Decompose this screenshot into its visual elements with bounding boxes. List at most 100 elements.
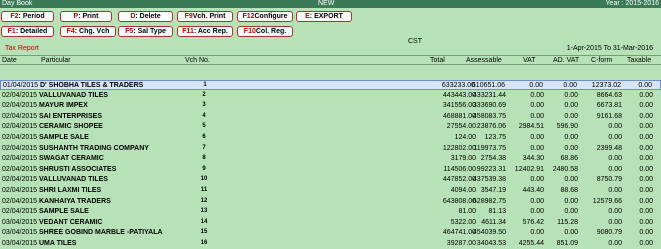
cell-particular: SHRUSTI ASSOCIATES	[39, 165, 117, 173]
table-row[interactable]: 02/04/2015 SHRUSTI ASSOCIATES 9 114506.00 99…	[0, 165, 661, 175]
col-vch-no: Vch No.	[185, 57, 210, 64]
period-button[interactable]: F2: Period	[1, 11, 54, 22]
cell-taxable: 0.00	[639, 176, 653, 184]
table-row[interactable]: 02/04/2015 SAMPLE SALE 6 124.00 123.75 0.00 0.…	[0, 133, 661, 143]
cell-c-form: 0.00	[608, 134, 622, 141]
cell-assessable: 4611.34	[481, 218, 506, 226]
table-row[interactable]: 03/04/2015 SHREE GOBIND MARBLE -PATIYALA 1…	[0, 228, 661, 238]
cell-total: 3179.00	[450, 155, 476, 163]
cell-ad-vat: 88.68	[560, 187, 578, 194]
vch-print-button[interactable]: F9Vch. Print	[177, 11, 233, 22]
cell-particular: SHREE GOBIND MARBLE -PATIYALA	[39, 229, 163, 237]
cell-vat: 12402.91	[514, 165, 544, 173]
cell-date: 02/04/2015	[2, 112, 38, 120]
cell-total: 468881.00	[442, 112, 476, 120]
cell-taxable: 0.00	[639, 187, 653, 194]
change-voucher-button[interactable]: F4: Chg. Vch	[60, 26, 116, 37]
cell-particular: SAMPLE SALE	[39, 208, 89, 216]
cell-ad-vat: 0.00	[564, 91, 578, 99]
table-row[interactable]: 02/04/2015 SUSHANTH TRADING COMPANY 7 12280…	[0, 144, 661, 154]
cell-total: 4094.00	[450, 187, 476, 194]
configure-button[interactable]: F12Configure	[237, 11, 293, 22]
cell-vat: 0.00	[530, 144, 544, 152]
cell-taxable: 0.00	[639, 144, 653, 152]
cell-vch-no: 5	[202, 123, 206, 130]
col-date: Date	[2, 57, 17, 64]
cell-assessable: 610651.06	[471, 82, 505, 89]
cell-taxable: 0.00	[639, 218, 653, 226]
cell-assessable: 123.75	[484, 134, 506, 141]
cell-taxable: 0.00	[639, 155, 653, 163]
cell-date: 02/04/2015	[2, 208, 38, 216]
cell-ad-vat: 0.00	[564, 102, 578, 110]
cell-taxable: 0.00	[639, 240, 653, 247]
cell-vch-no: 6	[202, 134, 206, 140]
cell-ad-vat: 68.86	[560, 155, 578, 163]
cell-date: 02/04/2015	[2, 91, 38, 99]
cell-taxable: 0.00	[639, 91, 653, 99]
export-button[interactable]: E: EXPORT	[296, 11, 352, 22]
table-row[interactable]: 02/04/2015 VALLUVANAD TILES 10 447852.00 437…	[0, 175, 661, 185]
table-row[interactable]: 02/04/2015 CERAMIC SHOPEE 5 27554.00 23876.0…	[0, 122, 661, 132]
window-title: Day Book	[2, 0, 33, 7]
cell-c-form: 9080.79	[596, 229, 622, 237]
table-row[interactable]: 02/04/2015 SAI ENTERPRISES 4 468881.00 45808…	[0, 112, 661, 122]
detailed-button[interactable]: F1: Detailed	[1, 26, 54, 37]
column-register-button[interactable]: F10Col. Reg.	[237, 26, 293, 37]
cell-assessable: 333690.69	[472, 102, 506, 110]
cell-date: 02/04/2015	[2, 155, 38, 163]
cell-vat: 0.00	[530, 197, 544, 205]
cell-date: 03/04/2015	[2, 218, 38, 226]
cell-vat: 0.00	[530, 102, 544, 110]
table-row[interactable]: 02/04/2015 MAYUR IMPEX 3 341556.00 333690.69…	[0, 101, 661, 111]
cell-c-form: 12373.02	[591, 82, 621, 89]
table-row[interactable]: 02/04/2015 SAMPLE SALE 13 81.00 81.13 0.00 0.0…	[0, 207, 661, 217]
cell-vat: 0.00	[530, 229, 544, 237]
cell-assessable: 23876.06	[476, 123, 506, 131]
col-ad-vat: AD. VAT	[553, 57, 580, 64]
cell-date: 01/04/2015	[3, 82, 39, 89]
cell-ad-vat: 0.00	[564, 134, 578, 141]
table-row[interactable]: 03/04/2015 UMA TILES 16 39287.00 34043.53 425…	[0, 239, 661, 249]
cell-vat: 0.00	[530, 134, 544, 141]
cell-ad-vat: 851.09	[556, 240, 578, 247]
cell-vat: 443.40	[522, 187, 544, 194]
account-report-button[interactable]: F11: Acc Rep.	[177, 26, 233, 37]
table-row[interactable]: 01/04/2015 D' SHOBHA TILES & TRADERS 1 6332…	[0, 80, 661, 90]
cell-total: 122802.00	[442, 144, 476, 152]
cell-c-form: 0.00	[608, 165, 622, 173]
cell-taxable: 0.00	[639, 229, 653, 237]
cell-taxable: 0.00	[639, 102, 653, 110]
cell-date: 02/04/2015	[2, 102, 38, 110]
table-row[interactable]: 02/04/2015 VALLUVANAD TILES 2 443443.00 4332…	[0, 91, 661, 101]
cell-ad-vat: 0.00	[564, 229, 578, 237]
cell-c-form: 2399.48	[596, 144, 622, 152]
cell-particular: CERAMIC SHOPEE	[39, 123, 103, 131]
cell-vch-no: 11	[200, 187, 208, 193]
cell-total: 341556.00	[442, 102, 476, 110]
col-taxable: Taxable	[627, 57, 652, 64]
cell-date: 02/04/2015	[2, 176, 38, 184]
cell-vat: 0.00	[530, 176, 544, 184]
table-row[interactable]: 02/04/2015 SHRI LAXMI TILES 11 4094.00 3547.…	[0, 186, 661, 196]
cell-vat: 0.00	[530, 112, 544, 120]
cell-particular: VEDANT CERAMIC	[39, 218, 103, 226]
cell-c-form: 9161.68	[596, 112, 622, 120]
delete-button[interactable]: D: Delete	[118, 11, 173, 22]
table-row[interactable]: 03/04/2015 VEDANT CERAMIC 14 5322.00 4611.34…	[0, 218, 661, 228]
table-row[interactable]: 02/04/2015 SWAGAT CERAMIC 8 3179.00 2754.38 3…	[0, 154, 661, 164]
cell-assessable: 119973.75	[473, 144, 506, 152]
cell-vat: 344.30	[522, 155, 544, 163]
cell-vch-no: 12	[200, 197, 208, 204]
print-button[interactable]: P: Print	[60, 11, 112, 22]
table-row[interactable]: 02/04/2015 KANHAIYA TRADERS 12 643808.00 628…	[0, 197, 661, 207]
cell-c-form: 0.00	[608, 218, 622, 226]
cell-taxable: 0.00	[639, 134, 653, 141]
sale-type-button[interactable]: F5: Sal Type	[118, 26, 173, 37]
cell-total: 124.00	[454, 134, 476, 141]
tax-type-label: CST	[408, 38, 422, 45]
cell-total: 447852.00	[442, 176, 476, 184]
cell-date: 02/04/2015	[2, 187, 38, 194]
cell-assessable: 433231.44	[472, 91, 506, 99]
cell-total: 81.00	[458, 208, 476, 216]
